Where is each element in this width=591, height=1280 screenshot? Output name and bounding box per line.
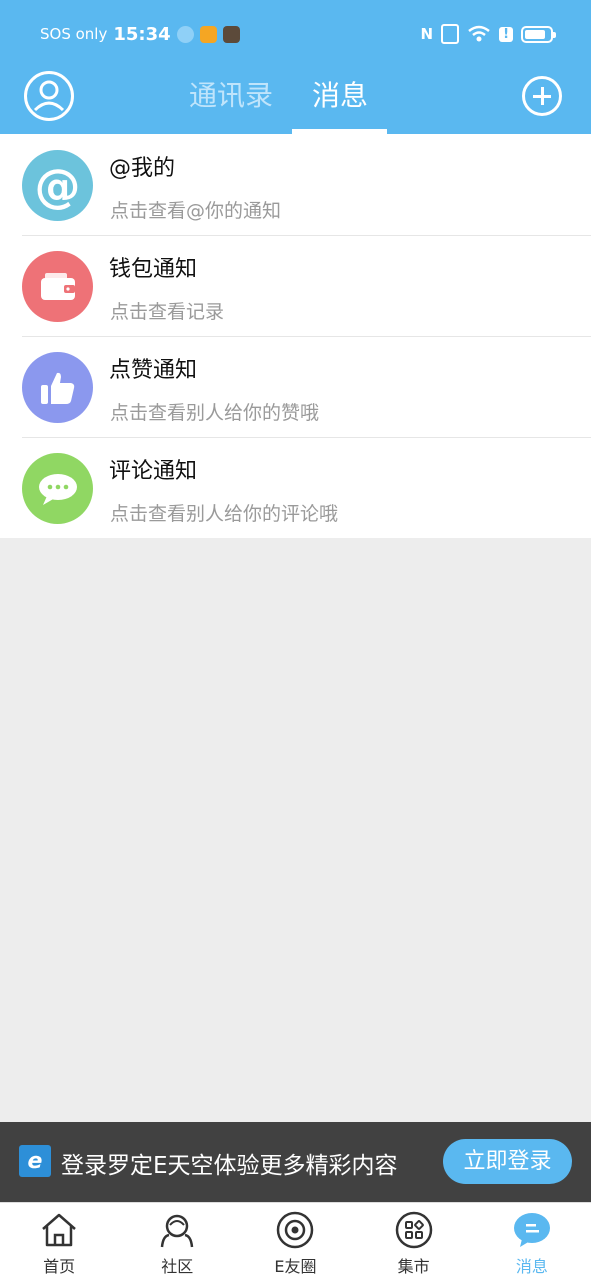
comment-icon [22,453,93,524]
nfc-icon: N [420,25,434,43]
app-icon [199,25,217,43]
nav-label: E友圈 [274,1257,317,1276]
item-title: 评论通知 [109,459,198,484]
vibrate-icon [441,24,460,44]
nav-item-market[interactable]: 集市 [355,1203,473,1280]
nav-label: 社区 [161,1257,194,1276]
alert-icon: ! [499,26,513,42]
tab-messages[interactable]: 消息 [312,74,368,118]
app-icon [222,25,240,43]
login-button[interactable]: 立即登录 [443,1139,572,1184]
bottom-nav: 首页 社区 E友圈 集市 消息 [0,1202,591,1280]
wifi-icon [468,25,490,42]
circle-icon [277,1211,314,1249]
carrier-status: SOS only [40,25,108,43]
list-item-likes[interactable]: 点赞通知 点击查看别人给你的赞哦 [0,336,591,437]
weather-icon [176,25,194,43]
item-subtitle: 点击查看别人给你的赞哦 [110,402,320,424]
battery-icon [521,25,556,43]
nav-label: 首页 [43,1257,76,1276]
list-item-comments[interactable]: 评论通知 点击查看别人给你的评论哦 [0,437,591,538]
at-icon: @ [22,150,93,221]
app-header: SOS only 15:34 N ! 通讯录 消息 [0,0,591,134]
list-item-mentions[interactable]: @ @我的 点击查看@你的通知 [0,134,591,235]
nav-item-community[interactable]: 社区 [118,1203,236,1280]
thumbs-up-icon [22,352,93,423]
item-title: 点赞通知 [109,358,198,383]
item-subtitle: 点击查看@你的通知 [110,200,282,222]
market-icon [395,1211,432,1249]
app-logo-icon: e [19,1145,51,1177]
nav-item-circle[interactable]: E友圈 [236,1203,354,1280]
plus-circle-icon[interactable] [522,76,562,116]
item-subtitle: 点击查看别人给你的评论哦 [110,503,339,525]
status-bar: SOS only 15:34 N ! [0,0,591,66]
list-item-wallet[interactable]: 钱包通知 点击查看记录 [0,235,591,336]
user-avatar-icon[interactable] [24,71,74,121]
item-subtitle: 点击查看记录 [110,301,225,323]
tab-contacts[interactable]: 通讯录 [189,74,273,118]
nav-item-messages[interactable]: 消息 [473,1203,591,1280]
status-time: 15:34 [113,23,171,45]
message-icon [513,1213,550,1247]
nav-label: 集市 [397,1257,430,1276]
nav-label: 消息 [515,1257,548,1276]
wallet-icon [22,251,93,322]
nav-item-home[interactable]: 首页 [0,1203,118,1280]
home-icon [42,1213,76,1247]
community-icon [161,1214,194,1248]
item-title: @我的 [109,156,176,181]
message-list: @ @我的 点击查看@你的通知 钱包通知 点击查看记录 点赞通知 点击查看别人给… [0,134,591,538]
item-title: 钱包通知 [109,257,198,282]
login-prompt-text: 登录罗定E天空体验更多精彩内容 [61,1153,398,1179]
